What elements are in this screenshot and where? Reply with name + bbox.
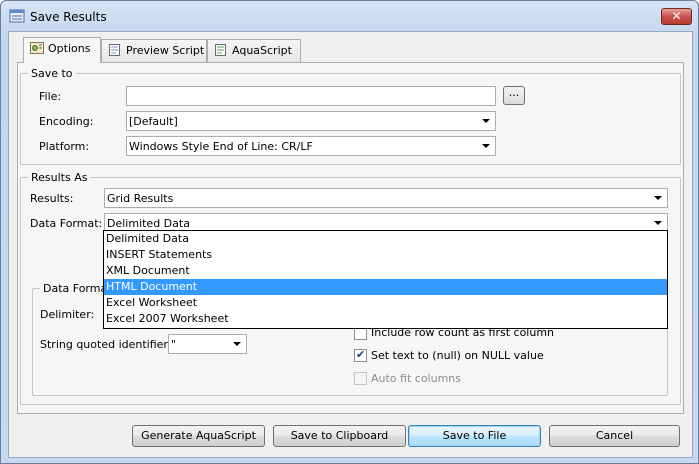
encoding-label: Encoding: [39,115,94,128]
dropdown-option-excel-2007-worksheet[interactable]: Excel 2007 Worksheet [104,311,667,327]
string-quoted-select[interactable]: " [168,334,247,354]
results-value: Grid Results [107,192,174,205]
chevron-down-icon [654,221,662,225]
aquascript-icon [215,44,226,56]
save-results-icon [9,9,25,23]
auto-fit-checkbox[interactable] [354,372,367,385]
platform-value: Windows Style End of Line: CR/LF [129,140,313,153]
file-label: File: [39,90,62,103]
tab-preview-script-label: Preview Script [126,44,205,57]
tab-options-label: Options [48,42,91,55]
set-null-checkbox[interactable] [354,348,367,362]
tab-aquascript-label: AquaScript [232,44,292,57]
results-label: Results: [30,192,74,205]
save-to-file-button[interactable]: Save to File [408,425,541,447]
auto-fit-label: Auto fit columns [371,372,461,385]
dropdown-option-delimited-data[interactable]: Delimited Data [104,231,667,247]
tab-aquascript[interactable]: AquaScript [207,39,301,62]
encoding-value: [Default] [129,115,178,128]
encoding-select[interactable]: [Default] [126,111,496,131]
browse-button[interactable]: ... [503,86,525,105]
preview-script-icon [109,44,120,56]
data-format-dropdown-list: Delimited Data INSERT Statements XML Doc… [103,230,668,329]
file-input[interactable] [126,86,496,106]
chevron-down-icon [482,144,490,148]
tab-preview-script[interactable]: Preview Script [101,39,207,62]
close-button[interactable]: ✕ [661,8,692,25]
window-title: Save Results [30,10,107,24]
data-format-value: Delimited Data [107,217,190,230]
chevron-down-icon [233,342,241,346]
platform-select[interactable]: Windows Style End of Line: CR/LF [126,136,496,156]
options-icon [30,42,44,54]
title-bar: Save Results ✕ [1,1,698,31]
save-results-window: Save Results ✕ Options Preview Script Aq… [0,0,699,464]
dropdown-option-excel-worksheet[interactable]: Excel Worksheet [104,295,667,311]
save-to-title: Save to [28,67,76,80]
results-select[interactable]: Grid Results [104,188,668,208]
tab-options[interactable]: Options [23,37,101,63]
set-null-label: Set text to (null) on NULL value [371,349,544,362]
dropdown-option-html-document[interactable]: HTML Document [104,279,667,295]
results-as-title: Results As [28,171,91,184]
chevron-down-icon [654,196,662,200]
generate-aquascript-button[interactable]: Generate AquaScript [132,425,265,447]
save-to-clipboard-button[interactable]: Save to Clipboard [273,425,406,447]
cancel-button[interactable]: Cancel [549,425,680,447]
string-quoted-label: String quoted identifier: [40,338,172,351]
delimiter-label: Delimiter: [40,308,95,321]
chevron-down-icon [482,119,490,123]
platform-label: Platform: [39,140,90,153]
dropdown-option-insert-statements[interactable]: INSERT Statements [104,247,667,263]
dropdown-option-xml-document[interactable]: XML Document [104,263,667,279]
string-quoted-value: " [171,338,177,351]
data-format-label: Data Format: [30,217,103,230]
